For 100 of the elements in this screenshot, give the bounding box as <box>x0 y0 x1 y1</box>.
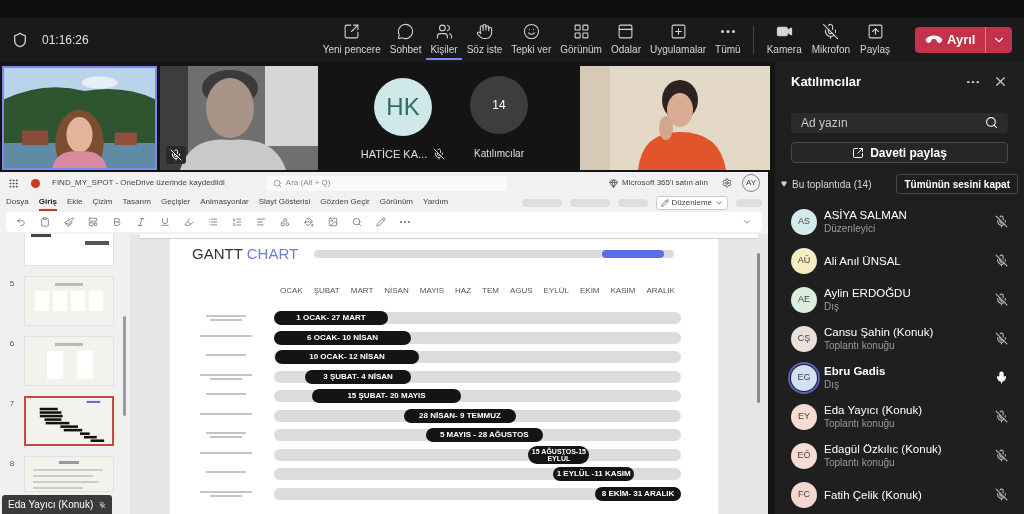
participant-row[interactable]: FC Fatih Çelik (Konuk) <box>791 475 1008 514</box>
smile-icon <box>522 23 540 40</box>
toolbar-button[interactable]: Odalar <box>606 20 645 60</box>
month-label: KASIM <box>610 285 636 297</box>
participant-row[interactable]: EG Ebru Gadis Dış <box>791 358 1008 397</box>
participant-row[interactable]: AÜ Ali Anıl ÜNSAL <box>791 241 1008 280</box>
toolbar-button[interactable]: Tepki ver <box>507 20 556 60</box>
participant-role: Dış <box>824 377 840 392</box>
section-toggle[interactable]: Bu toplantıda (14) <box>781 176 872 192</box>
month-label: MAYIS <box>419 285 445 297</box>
ribbon-tab[interactable]: Görünüm <box>379 195 414 211</box>
underline-icon[interactable] <box>160 217 170 227</box>
avatar: EY <box>791 403 817 430</box>
device-button[interactable]: Mikrofon <box>806 20 856 60</box>
more-icon[interactable] <box>967 80 979 84</box>
ribbon-tab[interactable]: Animasyonlar <box>200 195 249 211</box>
pencil-icon[interactable] <box>376 217 386 227</box>
people-icon <box>435 23 453 40</box>
avatar: AE <box>791 286 817 313</box>
task-bar: 1 OCAK- 27 MART <box>274 311 388 326</box>
participant-name: ASİYA SALMAN <box>824 207 907 222</box>
month-label: ŞUBAT <box>313 285 340 297</box>
scrollbar[interactable] <box>757 253 760 403</box>
participant-row[interactable]: AS ASİYA SALMAN Düzenleyici <box>791 202 1008 241</box>
scrollbar[interactable] <box>123 316 126 416</box>
presenter-name: Eda Yayıcı (Konuk) <box>8 498 94 512</box>
settings-icon[interactable] <box>722 178 732 188</box>
numbered-list-icon[interactable] <box>232 217 242 227</box>
slide-number: 6 <box>9 338 15 350</box>
ribbon-tab[interactable]: Geçişler <box>160 195 191 211</box>
search-field[interactable]: Ara (Alt + Q) <box>266 175 507 191</box>
undo-icon[interactable] <box>16 217 26 227</box>
participant-role: Toplantı konuğu <box>824 416 896 431</box>
participant-role: Düzenleyici <box>824 221 877 236</box>
ribbon-tab[interactable]: Ekle <box>66 195 83 211</box>
share-button[interactable]: Paylaş <box>855 20 896 60</box>
ribbon-tab[interactable]: Slayt Gösterisi <box>258 195 311 211</box>
mic-off-icon <box>99 499 106 510</box>
search-icon[interactable] <box>352 217 362 227</box>
avatar: AÜ <box>791 247 817 274</box>
device-button[interactable]: Kamera <box>761 20 807 60</box>
task-bar: 8 EKİM- 31 ARALIK <box>595 486 681 501</box>
layout-icon[interactable] <box>88 217 98 227</box>
toolbar-button[interactable]: Uygulamalar <box>645 20 711 60</box>
participant-name: Aylin ERDOĞDU <box>824 285 911 300</box>
task-bar: 5 MAYIS - 28 AĞUSTOS <box>425 428 543 443</box>
align-icon[interactable] <box>256 217 266 227</box>
participant-row[interactable]: AE Aylin ERDOĞDU Dış <box>791 280 1008 319</box>
shapes-icon[interactable] <box>280 217 290 227</box>
buy-link[interactable]: Microsoft 365'i satın alın <box>622 177 708 189</box>
meeting-timer: 01:16:26 <box>42 32 89 49</box>
ribbon-tab[interactable]: Yardım <box>423 195 449 211</box>
toolbar-button[interactable]: Kişiler <box>426 20 462 60</box>
ribbon-tab[interactable]: Gözden Geçir <box>320 195 370 211</box>
task-bar: 3 ŞUBAT- 4 NİSAN <box>304 369 412 384</box>
slide-number: 5 <box>9 278 15 290</box>
caret-icon <box>715 199 723 207</box>
italic-icon[interactable] <box>136 217 146 227</box>
image-icon[interactable] <box>328 217 338 227</box>
toolbar-button[interactable]: Söz iste <box>462 20 507 60</box>
share-icon <box>866 23 884 40</box>
brush-icon[interactable] <box>64 217 74 227</box>
apps-icon[interactable] <box>8 177 19 189</box>
month-label: EKİM <box>579 285 600 297</box>
toolbar-button[interactable]: Tümü <box>711 20 745 60</box>
toolbar-button[interactable]: Görünüm <box>556 20 606 60</box>
toolbar-button[interactable]: Yeni pencere <box>318 20 385 60</box>
highlighter-icon[interactable] <box>184 217 194 227</box>
month-label: OCAK <box>280 285 303 297</box>
invite-button[interactable]: Daveti paylaş <box>791 142 1008 163</box>
mute-all-button[interactable]: Tümünün sesini kapat <box>896 174 1018 194</box>
participant-row[interactable]: EY Eda Yayıcı (Konuk) Toplantı konuğu <box>791 397 1008 436</box>
file-title[interactable]: FIND_MY_SPOT - OneDrive üzerinde kaydedildi <box>52 177 225 189</box>
participant-row[interactable]: EÖ Edagül Özkılıc (Konuk) Toplantı konuğu <box>791 436 1008 475</box>
slide-thumbnail[interactable] <box>24 396 114 446</box>
avatar: EG <box>791 364 817 391</box>
fill-icon[interactable] <box>304 217 314 227</box>
participant-row[interactable]: CŞ Cansu Şahin (Konuk) Toplantı konuğu <box>791 319 1008 358</box>
ribbon-tab[interactable]: Tasarım <box>122 195 151 211</box>
plus-icon <box>669 23 687 40</box>
toolbar-button[interactable]: Sohbet <box>385 20 426 60</box>
list-icon[interactable] <box>208 217 218 227</box>
more-icon[interactable] <box>720 30 735 33</box>
ribbon-tab[interactable]: Dosya <box>6 195 29 211</box>
month-label: NİSAN <box>384 285 409 297</box>
month-label: HAZ <box>455 285 472 297</box>
search-field[interactable]: Ad yazın <box>791 112 1008 134</box>
clipboard-icon[interactable] <box>40 217 50 227</box>
month-label: ARALIK <box>646 285 675 297</box>
mode-dropdown[interactable]: Düzenleme <box>655 196 728 210</box>
share-icon <box>852 146 865 159</box>
caret-icon[interactable] <box>742 217 752 227</box>
slide-number: 8 <box>9 458 15 470</box>
avatar: EÖ <box>791 442 817 469</box>
ribbon-tab[interactable]: Çizim <box>92 195 113 211</box>
bold-icon[interactable] <box>112 217 122 227</box>
participant-count[interactable]: 14 <box>470 76 528 134</box>
participant-name: Ebru Gadis <box>824 363 886 378</box>
mic-off-icon <box>170 149 182 161</box>
diamond-icon <box>609 178 618 188</box>
